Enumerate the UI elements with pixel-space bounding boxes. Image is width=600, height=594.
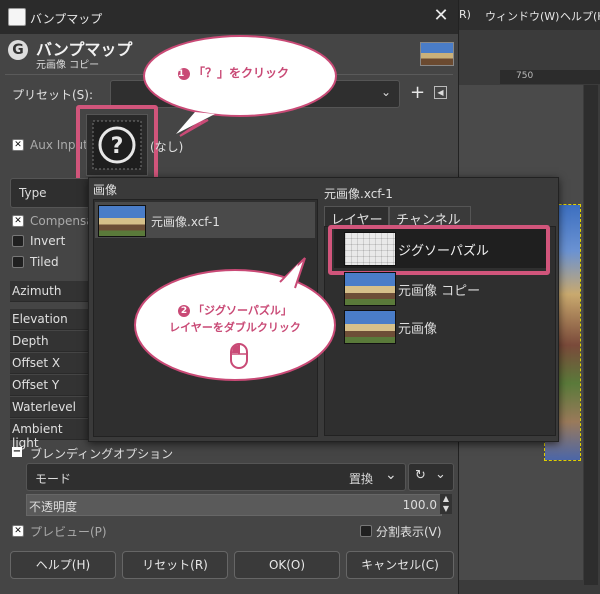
tiled-checkbox[interactable] (12, 256, 24, 268)
callout-2-line2: レイヤーをダブルクリック (169, 321, 301, 334)
image-list-item[interactable]: 元画像.xcf-1 (95, 202, 315, 238)
images-header: 画像 (93, 183, 118, 197)
depth-slider[interactable]: Depth (10, 331, 90, 352)
callout-1-text: 1 「？」をクリック (178, 64, 308, 81)
waterlevel-label: Waterlevel (12, 400, 77, 414)
layer-label-copy: 元画像 コピー (398, 284, 481, 299)
step-2-badge: 2 (178, 305, 191, 317)
ok-button[interactable]: OK(O) (234, 551, 340, 579)
app-icon (8, 8, 26, 26)
opacity-slider[interactable]: 不透明度 100.0 (26, 494, 442, 516)
split-view-label: 分割表示(V) (376, 525, 442, 539)
horizontal-ruler: 750 (500, 70, 600, 84)
chevron-down-icon: ⌄ (380, 85, 391, 99)
type-combobox[interactable]: Type (10, 178, 92, 208)
cancel-button[interactable]: キャンセル(C) (346, 551, 454, 579)
preview-label: プレビュー(P) (30, 525, 107, 539)
image-item-label: 元画像.xcf-1 (151, 215, 220, 229)
offset-x-slider[interactable]: Offset X (10, 353, 90, 374)
composite-mode-button[interactable]: ↻ ⌄ (408, 463, 454, 491)
callout-2-line1: 「ジグソーパズル」 (193, 304, 292, 317)
callout-1-label: 「？」をクリック (193, 66, 290, 80)
callout-2-text: 2 「ジグソーパズル」 レイヤーをダブルクリック (150, 302, 320, 336)
layer-thumbnail (420, 42, 454, 66)
opacity-label: 不透明度 (29, 500, 78, 514)
close-icon[interactable]: ✕ (428, 4, 454, 28)
blending-section-title[interactable]: ブレンディングオプション (30, 445, 173, 462)
layer-thumbnail-original (344, 310, 396, 344)
ambient-light-slider[interactable]: Ambient light (10, 419, 90, 450)
preview-checkbox[interactable]: ✕ (12, 525, 24, 537)
tab-layers[interactable]: レイヤー (324, 206, 389, 228)
add-preset-icon[interactable]: + (410, 82, 425, 103)
menu-item-r[interactable]: R) (459, 8, 471, 21)
chevron-down-icon: ⌄ (435, 467, 446, 482)
chevron-down-icon: ⌄ (385, 467, 397, 483)
menu-item-window[interactable]: ウィンドウ(W) (485, 8, 559, 24)
callout-1-bubble (143, 35, 337, 137)
canvas-scrollbar[interactable] (584, 85, 598, 585)
opacity-value: 100.0 (402, 498, 437, 512)
main-menubar: R) ウィンドウ(W) ヘルプ(H) (455, 0, 600, 30)
offset-x-label: Offset X (12, 356, 61, 370)
preset-label: プリセット(S): (12, 88, 94, 102)
depth-label: Depth (12, 334, 49, 348)
offset-y-label: Offset Y (12, 378, 60, 392)
azimuth-slider[interactable]: Azimuth (10, 281, 90, 302)
tab-channels[interactable]: チャンネル (389, 206, 471, 228)
collapse-icon[interactable]: − (12, 447, 22, 457)
elevation-label: Elevation (12, 312, 68, 326)
elevation-slider[interactable]: Elevation (10, 309, 90, 330)
preset-menu-icon[interactable]: ◀ (434, 86, 447, 99)
menu-item-help[interactable]: ヘルプ(H) (560, 8, 600, 24)
azimuth-label: Azimuth (12, 284, 62, 298)
layer-item-original[interactable]: 元画像 (334, 308, 546, 344)
tiled-label: Tiled (30, 255, 59, 269)
image-thumbnail (98, 205, 146, 237)
ruler-value: 750 (516, 71, 534, 81)
window-title: バンプマップ (30, 12, 103, 26)
mode-combobox[interactable]: モード 置換 ⌄ (26, 463, 406, 491)
dialog-subtitle: 元画像 コピー (36, 60, 100, 71)
reset-button[interactable]: リセット(R) (122, 551, 228, 579)
help-button[interactable]: ヘルプ(H) (10, 551, 116, 579)
image-name-header: 元画像.xcf-1 (324, 187, 393, 201)
aux-input-checkbox[interactable]: ✕ (12, 139, 24, 151)
gegl-logo-icon: G (8, 40, 28, 60)
layer-label-original: 元画像 (398, 322, 438, 337)
highlight-jigsaw-layer (328, 225, 550, 275)
invert-label: Invert (30, 234, 66, 248)
split-view-checkbox[interactable] (360, 525, 372, 537)
mode-value: 置換 (349, 472, 374, 486)
mouse-icon (230, 343, 248, 369)
type-label: Type (19, 186, 47, 200)
step-1-badge: 1 (178, 68, 190, 80)
opacity-spin-buttons[interactable]: ▲ ▼ (440, 494, 452, 514)
compensate-checkbox[interactable]: ✕ (12, 215, 24, 227)
mode-label: モード (35, 472, 72, 486)
layer-item-copy[interactable]: 元画像 コピー (334, 270, 546, 306)
waterlevel-slider[interactable]: Waterlevel (10, 397, 90, 418)
layer-thumbnail-copy (344, 272, 396, 306)
cycle-icon: ↻ (415, 468, 426, 483)
invert-checkbox[interactable] (12, 235, 24, 247)
offset-y-slider[interactable]: Offset Y (10, 375, 90, 396)
